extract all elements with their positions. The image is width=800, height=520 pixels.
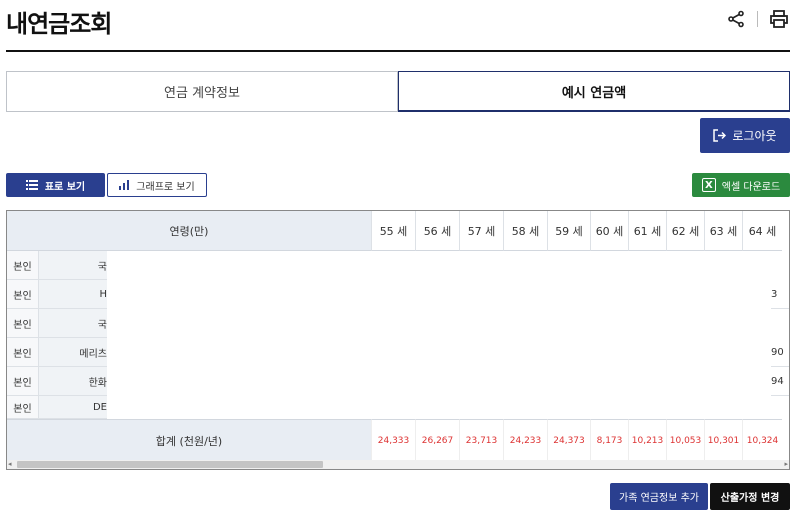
scroll-left-icon[interactable]: ◂ xyxy=(8,460,12,468)
age-column-header: 56 세 xyxy=(415,211,459,251)
add-family-pension-button[interactable]: 가족 연금정보 추가 xyxy=(610,483,708,510)
product-cell: 국 xyxy=(39,251,107,279)
total-cell: 10,053 xyxy=(666,419,704,461)
logout-button[interactable]: 로그아웃 xyxy=(700,118,790,153)
age-column-header: 61 세 xyxy=(628,211,666,251)
age-header-label: 연령(만) xyxy=(7,211,371,251)
value-cell: 3 xyxy=(771,280,789,309)
total-cell: 10,301 xyxy=(704,419,742,461)
total-cell: 24,333 xyxy=(371,419,415,461)
total-cell: 10,324 xyxy=(742,419,782,461)
age-column-header: 60 세 xyxy=(590,211,628,251)
scrollbar-thumb[interactable] xyxy=(17,461,323,468)
insured-cell: 본인 xyxy=(7,338,39,366)
product-cell: H xyxy=(39,280,107,308)
bar-chart-icon xyxy=(119,180,130,190)
age-column-header: 55 세 xyxy=(371,211,415,251)
table-row: 본인 국 xyxy=(7,251,107,280)
value-cell: 90 xyxy=(771,338,789,367)
age-column-header: 64 세 xyxy=(742,211,782,251)
scroll-right-icon[interactable]: ▸ xyxy=(784,460,788,468)
age-column-header: 62 세 xyxy=(666,211,704,251)
insured-cell: 본인 xyxy=(7,396,39,418)
pension-page: 내연금조회 연금 계약정보 예시 연금액 로그아웃 표로 보기 그래프로 보기 … xyxy=(0,0,800,520)
table-row: 본인 H xyxy=(7,280,107,309)
table-view-label: 표로 보기 xyxy=(44,181,86,193)
insured-cell: 본인 xyxy=(7,309,39,337)
table-row: 본인 메리츠 xyxy=(7,338,107,367)
header-divider xyxy=(757,11,758,27)
logout-label: 로그아웃 xyxy=(732,129,777,143)
total-row-label: 합계 (천원/년) xyxy=(7,419,371,461)
share-icon[interactable] xyxy=(725,8,747,30)
table-body-blank-area xyxy=(107,251,767,419)
value-cell: 94 xyxy=(771,367,789,396)
total-cell: 23,713 xyxy=(459,419,503,461)
tab-bar: 연금 계약정보 예시 연금액 xyxy=(6,71,790,112)
graph-view-button[interactable]: 그래프로 보기 xyxy=(107,173,207,197)
excel-download-button[interactable]: X 엑셀 다운로드 xyxy=(692,173,790,197)
total-cell: 10,213 xyxy=(628,419,666,461)
list-icon xyxy=(25,180,38,190)
print-icon[interactable] xyxy=(768,8,790,30)
page-title: 내연금조회 xyxy=(6,10,112,38)
insured-cell: 본인 xyxy=(7,251,39,279)
product-cell: 국 xyxy=(39,309,107,337)
pension-table: 연령(만) 55 세 56 세 57 세 58 세 59 세 60 세 61 세… xyxy=(6,210,790,470)
age-column-header: 59 세 xyxy=(547,211,590,251)
product-cell: 메리츠 xyxy=(39,338,107,366)
table-view-button[interactable]: 표로 보기 xyxy=(6,173,105,197)
horizontal-scrollbar[interactable]: ◂ ▸ xyxy=(7,460,789,469)
age-column-header: 57 세 xyxy=(459,211,503,251)
table-row: 본인 DE xyxy=(7,396,107,419)
excel-download-label: 엑셀 다운로드 xyxy=(721,181,781,193)
total-cell: 8,173 xyxy=(590,419,628,461)
excel-icon: X xyxy=(701,178,716,192)
change-assumption-button[interactable]: 산출가정 변경 xyxy=(710,483,790,510)
age-column-header: 58 세 xyxy=(503,211,547,251)
table-row: 본인 국 xyxy=(7,309,107,338)
total-cell: 24,233 xyxy=(503,419,547,461)
insured-cell: 본인 xyxy=(7,367,39,395)
product-cell: 한화 xyxy=(39,367,107,395)
product-cell: DE xyxy=(39,396,107,418)
tab-contract-info[interactable]: 연금 계약정보 xyxy=(6,71,398,112)
total-cell: 26,267 xyxy=(415,419,459,461)
table-row: 본인 한화 xyxy=(7,367,107,396)
logout-icon xyxy=(713,129,727,142)
age-column-header: 63 세 xyxy=(704,211,742,251)
header-divider-line xyxy=(6,50,790,52)
tab-example-pension[interactable]: 예시 연금액 xyxy=(398,71,790,112)
insured-cell: 본인 xyxy=(7,280,39,308)
graph-view-label: 그래프로 보기 xyxy=(136,181,195,193)
total-cell: 24,373 xyxy=(547,419,590,461)
header-actions xyxy=(725,8,790,30)
